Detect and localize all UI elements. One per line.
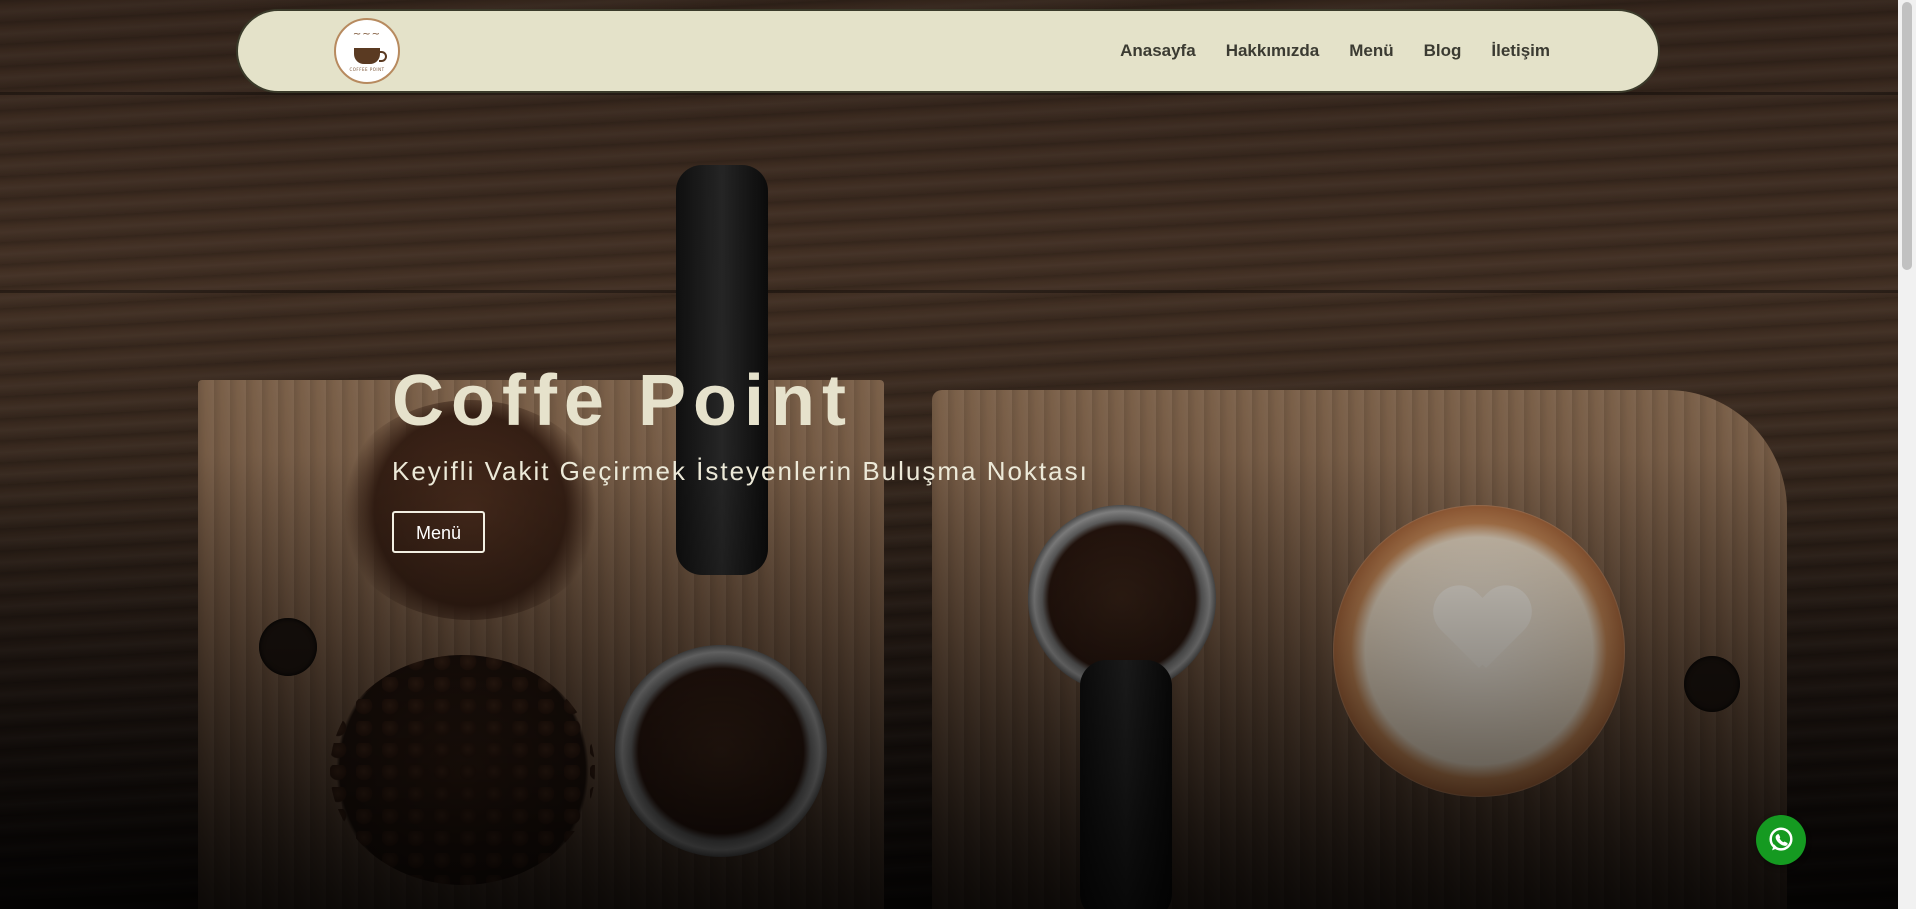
logo-text: COFFEE POINT [349,67,385,72]
coffee-cup-icon [354,48,387,64]
menu-button[interactable]: Menü [392,511,486,553]
scrollbar-thumb[interactable] [1902,2,1912,270]
navbar: ~~~ COFFEE POINT Anasayfa Hakkımızda Men… [236,9,1660,93]
scrollbar[interactable] [1898,0,1916,909]
nav-link-iletisim[interactable]: İletişim [1491,41,1550,61]
steam-icon: ~~~ [352,29,382,40]
hero-content: Coffe Point Keyifli Vakit Geçirmek İstey… [392,362,1089,553]
hero-subtitle: Keyifli Vakit Geçirmek İsteyenlerin Bulu… [392,456,1089,486]
hero-title: Coffe Point [392,361,853,441]
nav-link-blog[interactable]: Blog [1424,41,1462,61]
nav-link-hakkimizda[interactable]: Hakkımızda [1226,41,1320,61]
nav-link-anasayfa[interactable]: Anasayfa [1120,41,1196,61]
whatsapp-icon [1769,827,1793,851]
nav-link-menu[interactable]: Menü [1349,41,1393,61]
nav-links: Anasayfa Hakkımızda Menü Blog İletişim [1120,11,1550,91]
logo[interactable]: ~~~ COFFEE POINT [334,18,400,84]
whatsapp-button[interactable] [1756,815,1806,865]
